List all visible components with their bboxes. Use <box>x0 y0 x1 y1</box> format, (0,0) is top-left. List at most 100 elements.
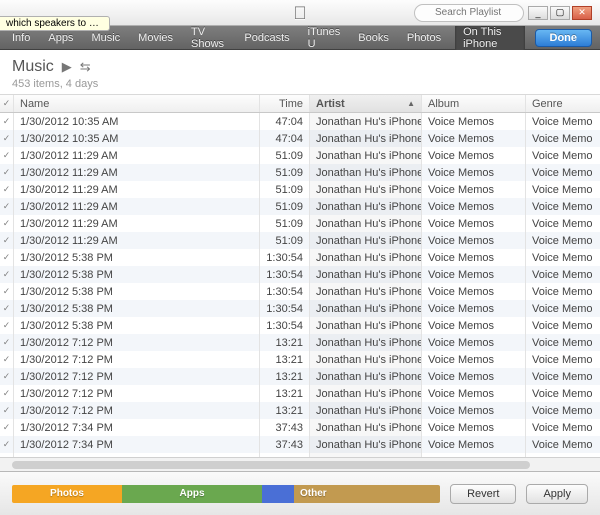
cell-artist: Jonathan Hu's iPhone <box>310 266 422 283</box>
tab-on-this-iphone[interactable]: On This iPhone <box>455 24 524 52</box>
close-button[interactable]: ✕ <box>572 6 592 20</box>
cell-name: 1/30/2012 5:38 PM <box>14 300 260 317</box>
row-check[interactable]: ✓ <box>0 164 14 181</box>
row-check[interactable]: ✓ <box>0 198 14 215</box>
playlist-title: Music <box>12 58 54 76</box>
check-icon: ✓ <box>3 456 11 457</box>
check-icon: ✓ <box>3 150 11 161</box>
row-check[interactable]: ✓ <box>0 385 14 402</box>
tab-info[interactable]: Info <box>8 30 34 46</box>
storage-seg-misc[interactable] <box>262 485 294 503</box>
row-check[interactable]: ✓ <box>0 215 14 232</box>
row-check[interactable]: ✓ <box>0 351 14 368</box>
storage-seg-apps[interactable]: Apps <box>122 485 262 503</box>
col-check[interactable]: ✓ <box>0 95 14 112</box>
cell-name: 1/30/2012 7:12 PM <box>14 385 260 402</box>
table-body[interactable]: ✓1/30/2012 10:35 AM47:04Jonathan Hu's iP… <box>0 113 600 457</box>
row-check[interactable]: ✓ <box>0 453 14 457</box>
tab-itunesu[interactable]: iTunes U <box>304 24 345 52</box>
scrollbar-thumb[interactable] <box>12 461 530 469</box>
table-row[interactable]: ✓1/30/2012 7:12 PM13:21Jonathan Hu's iPh… <box>0 385 600 402</box>
cell-name: 1/30/2012 7:34 PM <box>14 453 260 457</box>
cell-time: 51:09 <box>260 215 310 232</box>
cell-time: 13:21 <box>260 402 310 419</box>
table-row[interactable]: ✓1/30/2012 10:35 AM47:04Jonathan Hu's iP… <box>0 113 600 130</box>
row-check[interactable]: ✓ <box>0 317 14 334</box>
table-row[interactable]: ✓1/30/2012 7:34 PM37:43Jonathan Hu's iPh… <box>0 453 600 457</box>
row-check[interactable]: ✓ <box>0 266 14 283</box>
tab-music[interactable]: Music <box>87 30 124 46</box>
horizontal-scrollbar[interactable] <box>0 457 600 471</box>
check-icon: ✓ <box>3 320 11 331</box>
cell-genre: Voice Memo <box>526 453 600 457</box>
col-artist[interactable]: Artist▲ <box>310 95 422 112</box>
table-row[interactable]: ✓1/30/2012 11:29 AM51:09Jonathan Hu's iP… <box>0 147 600 164</box>
search-input[interactable] <box>414 4 524 22</box>
check-icon: ✓ <box>3 371 11 382</box>
row-check[interactable]: ✓ <box>0 283 14 300</box>
row-check[interactable]: ✓ <box>0 419 14 436</box>
table-row[interactable]: ✓1/30/2012 11:29 AM51:09Jonathan Hu's iP… <box>0 164 600 181</box>
table-row[interactable]: ✓1/30/2012 7:34 PM37:43Jonathan Hu's iPh… <box>0 436 600 453</box>
revert-button[interactable]: Revert <box>450 484 516 504</box>
table-row[interactable]: ✓1/30/2012 11:29 AM51:09Jonathan Hu's iP… <box>0 198 600 215</box>
tab-tvshows[interactable]: TV Shows <box>187 24 230 52</box>
row-check[interactable]: ✓ <box>0 232 14 249</box>
cell-genre: Voice Memo <box>526 266 600 283</box>
cell-artist: Jonathan Hu's iPhone <box>310 181 422 198</box>
cell-genre: Voice Memo <box>526 147 600 164</box>
tab-podcasts[interactable]: Podcasts <box>240 30 293 46</box>
maximize-button[interactable]: ▢ <box>550 6 570 20</box>
row-check[interactable]: ✓ <box>0 334 14 351</box>
table-row[interactable]: ✓1/30/2012 10:35 AM47:04Jonathan Hu's iP… <box>0 130 600 147</box>
row-check[interactable]: ✓ <box>0 436 14 453</box>
storage-seg-photos[interactable]: Photos <box>12 485 122 503</box>
row-check[interactable]: ✓ <box>0 402 14 419</box>
table-row[interactable]: ✓1/30/2012 5:38 PM1:30:54Jonathan Hu's i… <box>0 300 600 317</box>
table-row[interactable]: ✓1/30/2012 5:38 PM1:30:54Jonathan Hu's i… <box>0 266 600 283</box>
cell-time: 47:04 <box>260 113 310 130</box>
table-row[interactable]: ✓1/30/2012 11:29 AM51:09Jonathan Hu's iP… <box>0 215 600 232</box>
check-icon: ✓ <box>3 201 11 212</box>
cell-artist: Jonathan Hu's iPhone <box>310 368 422 385</box>
tab-photos[interactable]: Photos <box>403 30 445 46</box>
table-row[interactable]: ✓1/30/2012 11:29 AM51:09Jonathan Hu's iP… <box>0 181 600 198</box>
table-row[interactable]: ✓1/30/2012 7:34 PM37:43Jonathan Hu's iPh… <box>0 419 600 436</box>
col-name[interactable]: Name <box>14 95 260 112</box>
table-row[interactable]: ✓1/30/2012 5:38 PM1:30:54Jonathan Hu's i… <box>0 317 600 334</box>
play-icon[interactable]: ▶ <box>62 59 72 75</box>
col-genre[interactable]: Genre <box>526 95 600 112</box>
tab-books[interactable]: Books <box>354 30 393 46</box>
table-row[interactable]: ✓1/30/2012 7:12 PM13:21Jonathan Hu's iPh… <box>0 368 600 385</box>
cell-name: 1/30/2012 7:12 PM <box>14 334 260 351</box>
tab-movies[interactable]: Movies <box>134 30 177 46</box>
table-header: ✓ Name Time Artist▲ Album Genre <box>0 95 600 113</box>
table-row[interactable]: ✓1/30/2012 7:12 PM13:21Jonathan Hu's iPh… <box>0 334 600 351</box>
row-check[interactable]: ✓ <box>0 368 14 385</box>
table-row[interactable]: ✓1/30/2012 11:29 AM51:09Jonathan Hu's iP… <box>0 232 600 249</box>
cell-time: 37:43 <box>260 436 310 453</box>
minimize-button[interactable]: _ <box>528 6 548 20</box>
cell-genre: Voice Memo <box>526 419 600 436</box>
col-time[interactable]: Time <box>260 95 310 112</box>
table-row[interactable]: ✓1/30/2012 7:12 PM13:21Jonathan Hu's iPh… <box>0 351 600 368</box>
apply-button[interactable]: Apply <box>526 484 588 504</box>
row-check[interactable]: ✓ <box>0 300 14 317</box>
row-check[interactable]: ✓ <box>0 113 14 130</box>
storage-seg-other[interactable]: Other <box>294 485 440 503</box>
cell-name: 1/30/2012 7:34 PM <box>14 419 260 436</box>
row-check[interactable]: ✓ <box>0 249 14 266</box>
table-row[interactable]: ✓1/30/2012 7:12 PM13:21Jonathan Hu's iPh… <box>0 402 600 419</box>
table-row[interactable]: ✓1/30/2012 5:38 PM1:30:54Jonathan Hu's i… <box>0 283 600 300</box>
col-album[interactable]: Album <box>422 95 526 112</box>
tab-apps[interactable]: Apps <box>44 30 77 46</box>
row-check[interactable]: ✓ <box>0 130 14 147</box>
check-icon: ✓ <box>3 388 11 399</box>
row-check[interactable]: ✓ <box>0 147 14 164</box>
done-button[interactable]: Done <box>535 29 593 47</box>
row-check[interactable]: ✓ <box>0 181 14 198</box>
table-row[interactable]: ✓1/30/2012 5:38 PM1:30:54Jonathan Hu's i… <box>0 249 600 266</box>
shuffle-icon[interactable]: ⇆ <box>80 59 91 75</box>
cell-artist: Jonathan Hu's iPhone <box>310 334 422 351</box>
check-icon: ✓ <box>3 184 11 195</box>
